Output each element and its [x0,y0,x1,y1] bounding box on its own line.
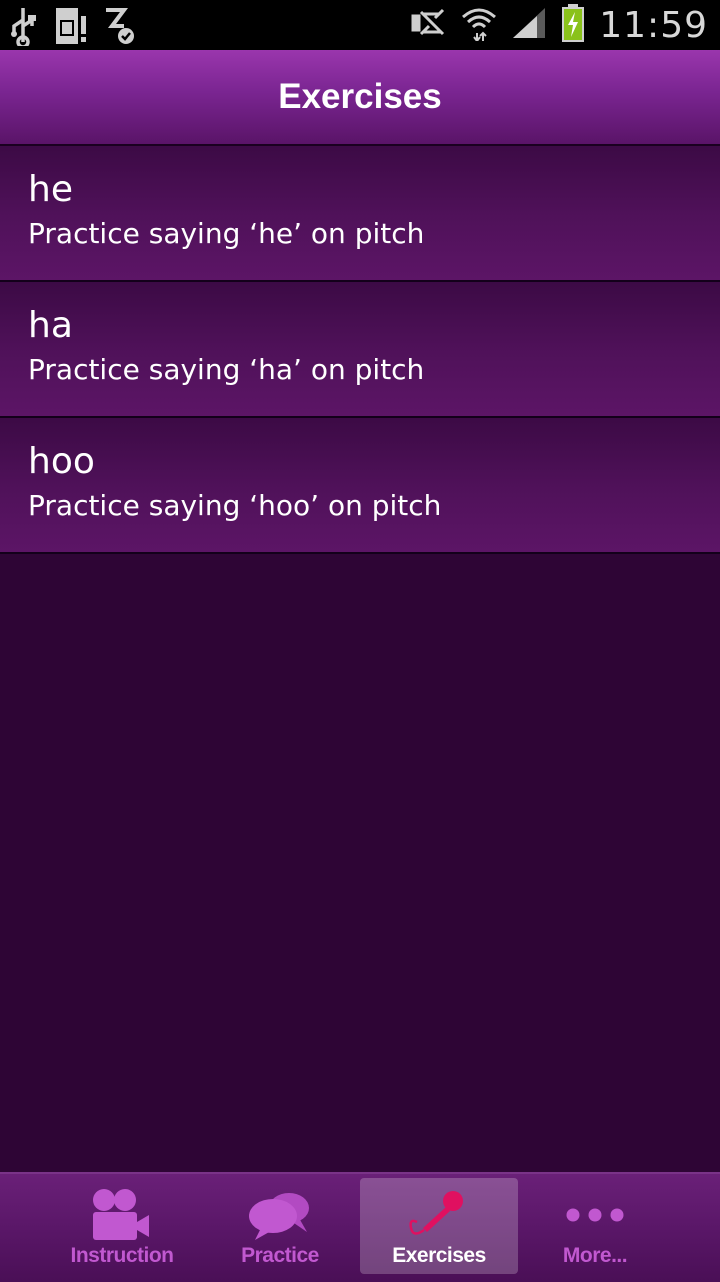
exercise-item-ha[interactable]: ha Practice saying ‘ha’ on pitch [0,282,720,418]
tab-exercises[interactable]: Exercises [360,1178,518,1274]
signal-icon [511,6,547,44]
sync-icon [102,6,138,50]
exercise-title: he [28,169,73,210]
clock: 11:59 [599,4,708,46]
sd-card-icon [52,6,88,50]
exercise-item-hoo[interactable]: hoo Practice saying ‘hoo’ on pitch [0,418,720,554]
tab-label: Exercises [392,1244,486,1267]
status-bar: 11:59 [0,0,720,50]
exercise-list: he Practice saying ‘he’ on pitch ha Prac… [0,146,720,554]
exercise-subtitle: Practice saying ‘ha’ on pitch [28,353,425,386]
tab-more[interactable]: More... [516,1178,674,1274]
wifi-icon [461,5,497,45]
exercise-title: hoo [28,441,95,482]
bottom-tab-bar: Instruction Practice Exercises More... [0,1172,720,1282]
mute-icon [409,8,447,42]
exercise-subtitle: Practice saying ‘he’ on pitch [28,217,425,250]
chat-bubbles-icon [247,1186,313,1244]
exercise-title: ha [28,305,73,346]
exercise-item-he[interactable]: he Practice saying ‘he’ on pitch [0,146,720,282]
tab-practice[interactable]: Practice [201,1178,359,1274]
tab-label: Instruction [70,1244,175,1267]
microphone-icon [407,1186,471,1244]
exercise-subtitle: Practice saying ‘hoo’ on pitch [28,489,442,522]
title-bar: Exercises [0,50,720,146]
tab-instruction[interactable]: Instruction [43,1178,201,1274]
tab-label: Practice [241,1244,319,1267]
tab-label: More... [562,1244,628,1267]
video-camera-icon [90,1186,154,1244]
usb-icon [8,6,38,50]
more-dots-icon [563,1186,627,1244]
battery-charging-icon [561,3,585,47]
page-title: Exercises [278,77,442,116]
